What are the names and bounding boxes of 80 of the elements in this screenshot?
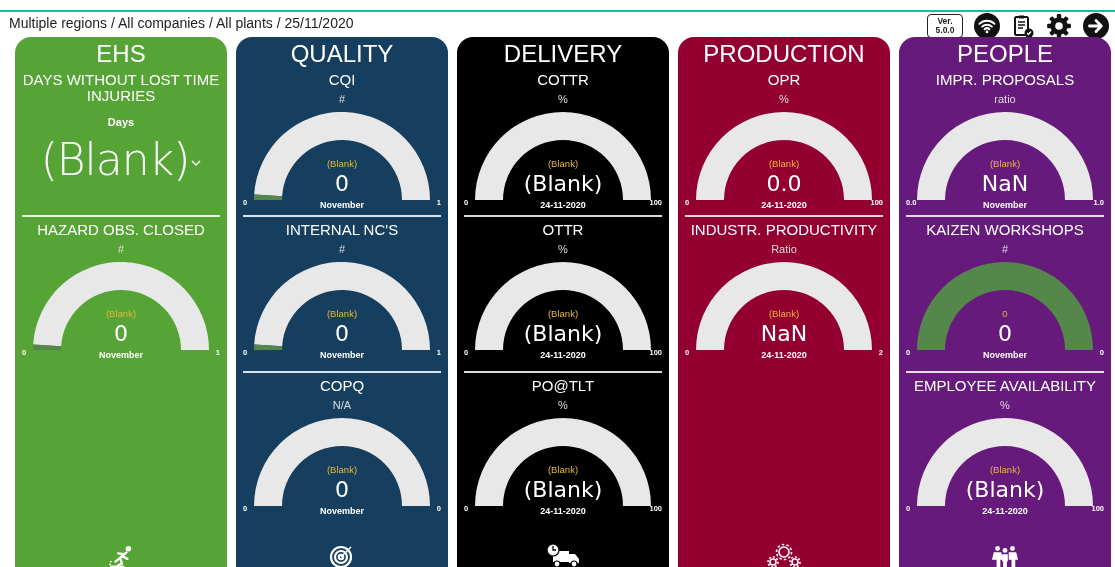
target-label: (Blank)	[326, 464, 358, 475]
target-label: 0	[1002, 308, 1008, 319]
gauge-caption: November	[320, 506, 364, 516]
target-label: (Blank)	[768, 158, 800, 169]
metric-title: INDUSTR. PRODUCTIVITY	[690, 222, 878, 238]
arrow-right-icon[interactable]	[1083, 13, 1109, 39]
gauge-value: 0	[114, 322, 128, 346]
gauge-value: 0	[998, 322, 1012, 346]
gauge-caption: 24-11-2020	[540, 350, 586, 360]
gauge-caption: November	[983, 350, 1027, 360]
metric-title: HAZARD OBS. CLOSED	[37, 222, 205, 238]
metric-unit: %	[779, 93, 789, 105]
target-label: (Blank)	[989, 464, 1021, 475]
metric-unit: #	[1001, 243, 1009, 255]
people-group-icon	[991, 543, 1019, 567]
metric-title: DAYS WITHOUT LOST TIME INJURIES	[22, 72, 220, 104]
metric-unit: #	[117, 243, 125, 255]
gauge-fill	[33, 344, 62, 350]
gauge-caption: 24-11-2020	[540, 200, 586, 210]
target-label: (Blank)	[326, 308, 358, 319]
metric-title: COPQ	[319, 378, 365, 394]
metric-title: COTTR	[537, 72, 589, 88]
gauge-value: 0	[335, 322, 349, 346]
metric-unit: %	[558, 399, 568, 411]
gauge-value: (Blank)	[523, 322, 603, 346]
gauge-fill	[254, 344, 283, 350]
gauge-value: (Blank)	[523, 478, 603, 502]
target-label: (Blank)	[989, 158, 1021, 169]
target-label: (Blank)	[547, 158, 579, 169]
metric-title: OPR	[767, 72, 801, 88]
metric-title: OTTR	[542, 222, 584, 238]
card-title: QUALITY	[290, 40, 394, 68]
target-label: (Blank)	[105, 308, 137, 319]
gauge-caption: 24-11-2020	[982, 506, 1028, 516]
gauge-fill	[254, 194, 283, 200]
card-title: DELIVERY	[503, 40, 623, 68]
gauge-caption: November	[99, 350, 143, 360]
gauge-value: 0	[335, 172, 349, 196]
metric-title: IMPR. PROPOSALS	[935, 72, 1075, 88]
gears-icon	[766, 543, 802, 567]
gauge-value: (Blank)	[965, 478, 1045, 502]
card-title: PRODUCTION	[703, 40, 865, 68]
gauge-caption: November	[320, 350, 364, 360]
metric-title: PO@TLT	[531, 378, 595, 394]
wifi-icon[interactable]	[974, 13, 1000, 39]
metric-unit: N/A	[332, 399, 352, 411]
gauge-value: NaN	[981, 172, 1029, 196]
gauge-caption: November	[983, 200, 1027, 210]
metric-unit: Ratio	[771, 243, 797, 255]
card-title: PEOPLE	[956, 40, 1053, 68]
metric-value: (Blank)	[40, 134, 190, 185]
metric-title: EMPLOYEE AVAILABILITY	[914, 378, 1096, 394]
checklist-icon[interactable]	[1011, 13, 1035, 39]
gauge-value: (Blank)	[523, 172, 603, 196]
metric-title: KAIZEN WORKSHOPS	[926, 222, 1084, 238]
target-label: (Blank)	[326, 158, 358, 169]
metric-unit: %	[558, 93, 568, 105]
target-label: (Blank)	[768, 308, 800, 319]
gauge-caption: 24-11-2020	[761, 350, 807, 360]
metric-unit: ratio	[994, 93, 1016, 105]
metric-title: INTERNAL NC'S	[285, 222, 399, 238]
settings-icon[interactable]	[1046, 13, 1072, 39]
metric-title: CQI	[328, 72, 356, 88]
target-icon	[329, 543, 355, 567]
card-title: EHS	[96, 40, 146, 68]
metric-unit: #	[338, 93, 346, 105]
target-label: (Blank)	[547, 308, 579, 319]
breadcrumb: Multiple regions / All companies / All plants / 25/11/2020	[9, 15, 354, 31]
gauge-value: NaN	[760, 322, 808, 346]
metric-unit: %	[1000, 399, 1010, 411]
gauge-caption: November	[320, 200, 364, 210]
metric-unit: Days	[107, 116, 135, 128]
gauge-value: 0.0	[766, 172, 802, 196]
gauge-caption: 24-11-2020	[761, 200, 807, 210]
gauge-value: 0	[335, 478, 349, 502]
gauge-caption: 24-11-2020	[540, 506, 586, 516]
metric-unit: #	[338, 243, 346, 255]
metric-unit: %	[558, 243, 568, 255]
target-label: (Blank)	[547, 464, 579, 475]
caret-icon[interactable]	[191, 159, 202, 166]
